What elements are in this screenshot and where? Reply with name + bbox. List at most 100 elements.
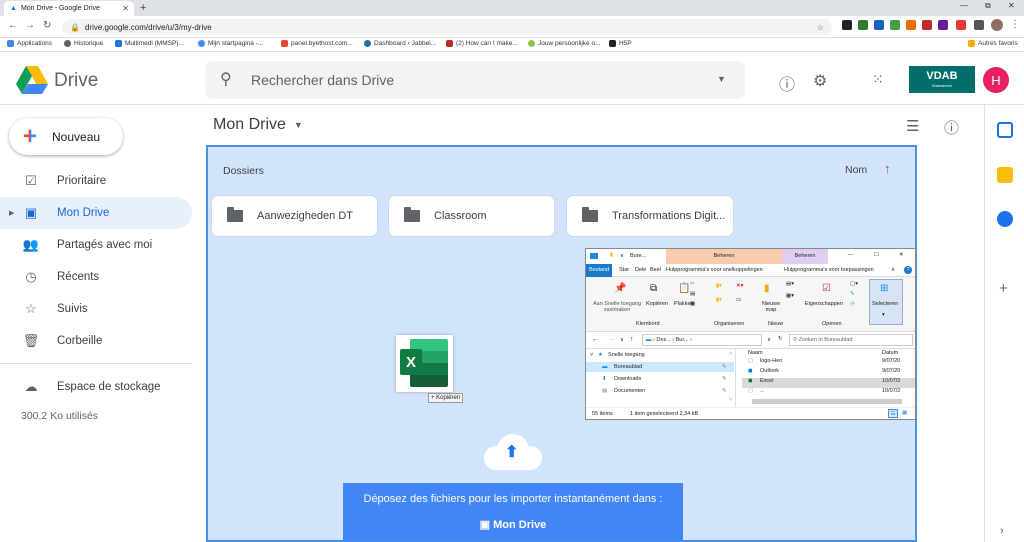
tree-item-documents[interactable]: Documenten	[614, 388, 645, 394]
tiles-view-icon[interactable]: ▦	[902, 410, 907, 416]
forward-icon[interactable]: →	[608, 336, 615, 343]
bookmark-item[interactable]: (2) How can I make...	[446, 40, 518, 47]
keep-icon[interactable]	[997, 167, 1013, 183]
sidebar-item-shared[interactable]: 👥 Partagés avec moi	[0, 229, 192, 261]
tree-item-desktop[interactable]: Bureaublad	[614, 364, 642, 370]
extension-icon[interactable]	[922, 20, 932, 30]
expand-caret-icon[interactable]: ▶	[9, 209, 14, 217]
bookmark-item[interactable]: Multimedi (MMSP)...	[115, 40, 184, 47]
sidebar-item-storage[interactable]: ☁ Espace de stockage	[0, 371, 192, 403]
column-header-name[interactable]: Naam	[748, 350, 763, 356]
scroll-up-icon[interactable]: ˄	[729, 351, 732, 357]
pin-quick-access-button[interactable]: Aan Snelle toegang vastmaken	[589, 301, 645, 313]
ribbon-tab[interactable]: Hulpprogramma's voor toepassingen	[784, 267, 874, 273]
bookmark-item[interactable]: Jouw persoonlijke o...	[528, 40, 601, 47]
new-tab-icon[interactable]: +	[140, 2, 146, 14]
explorer-search-input[interactable]: ⚲ Zoeken in Bureaublad	[789, 334, 913, 346]
expand-caret-icon[interactable]: ˅	[590, 352, 593, 358]
back-icon[interactable]: ←	[8, 20, 18, 31]
file-row[interactable]: ▢ ... 10/07/2	[742, 388, 915, 398]
folder-card[interactable]: Transformations Digit...	[567, 196, 733, 236]
context-tab-manage-2[interactable]: Beheren	[782, 249, 828, 264]
sort-label[interactable]: Nom	[845, 164, 867, 176]
extension-icon[interactable]	[842, 20, 852, 30]
paste-shortcut-icon[interactable]: ▦	[690, 301, 695, 307]
bookmark-item[interactable]: H5P	[609, 40, 632, 47]
extension-icon[interactable]	[906, 20, 916, 30]
search-bar[interactable]: ⚲ Rechercher dans Drive ▼	[205, 61, 745, 99]
reload-icon[interactable]: ↻	[43, 20, 51, 31]
chevron-down-icon[interactable]: ▾	[882, 312, 885, 318]
expand-panel-icon[interactable]: ›	[1000, 525, 1004, 537]
history-icon[interactable]: ◷	[850, 301, 855, 307]
sort-arrow-up-icon[interactable]: ↑	[884, 161, 891, 176]
minimize-icon[interactable]: —	[848, 252, 854, 258]
rename-icon[interactable]: ▭	[736, 297, 741, 303]
move-to-icon[interactable]: ▮▾	[716, 283, 722, 289]
apps-grid-icon[interactable]: ⁙	[872, 71, 884, 88]
drive-logo-text[interactable]: Drive	[54, 70, 98, 92]
delete-icon[interactable]: ✕▾	[736, 283, 743, 289]
info-icon[interactable]: ⓘ	[944, 117, 959, 138]
close-window-icon[interactable]: ✕	[1008, 1, 1015, 10]
close-tab-icon[interactable]: ✕	[122, 4, 129, 13]
cut-icon[interactable]: ✂	[690, 281, 695, 287]
bookmark-item[interactable]: Dashboard ‹ Jabbel...	[364, 40, 436, 47]
search-input[interactable]: Rechercher dans Drive	[251, 72, 394, 88]
address-dropdown-icon[interactable]: ∨	[767, 337, 771, 343]
quick-access-dropdown-icon[interactable]: ∨	[620, 253, 624, 259]
search-options-icon[interactable]: ▼	[717, 74, 726, 84]
new-item-icon[interactable]: ▤▾	[786, 281, 794, 287]
new-folder-button[interactable]: Nieuwe map	[758, 301, 784, 313]
file-row[interactable]: ◼ Outlook 9/07/20	[742, 368, 915, 378]
bookmark-item[interactable]: Mijn startpagina -...	[198, 40, 263, 47]
tree-item-downloads[interactable]: Downloads	[614, 376, 641, 382]
other-bookmarks[interactable]: Autres favoris	[968, 40, 1018, 47]
calendar-icon[interactable]	[997, 122, 1013, 138]
up-icon[interactable]: ↑	[630, 336, 634, 343]
ribbon-tab-file[interactable]: Bestand	[586, 264, 613, 277]
ribbon-tab[interactable]: Dele	[635, 267, 646, 273]
sidebar-item-trash[interactable]: 🗑 Corbeille	[0, 325, 192, 357]
page-title[interactable]: Mon Drive ▼	[213, 116, 303, 134]
horizontal-scrollbar[interactable]	[752, 399, 902, 404]
recent-dropdown-icon[interactable]: ∨	[620, 337, 624, 343]
menu-kebab-icon[interactable]: ⋮	[1010, 19, 1020, 30]
extension-icon[interactable]	[956, 20, 966, 30]
bookmark-item[interactable]: Historique	[64, 40, 103, 47]
org-logo[interactable]: VDAB Vlaanderen	[909, 66, 975, 93]
sidebar-item-recent[interactable]: ◷ Récents	[0, 261, 192, 293]
extension-icon[interactable]	[874, 20, 884, 30]
maximize-icon[interactable]: ⧉	[985, 1, 991, 11]
file-row[interactable]: ▢ logo-Heo 9/07/20	[742, 358, 915, 368]
settings-gear-icon[interactable]: ⚙	[813, 71, 827, 91]
extension-icon[interactable]	[858, 20, 868, 30]
url-bar[interactable]: 🔒 drive.google.com/drive/u/3/my-drive ☆	[62, 19, 832, 35]
sidebar-item-prioritaire[interactable]: ☑ Prioritaire	[0, 165, 192, 197]
sidebar-item-mon-drive[interactable]: ▶ ▣ Mon Drive	[0, 197, 192, 229]
context-tab-manage-1[interactable]: Beheren	[666, 249, 782, 264]
new-button[interactable]: + Nouveau	[9, 118, 123, 155]
tree-item-quick-access[interactable]: Snelle toegang	[608, 352, 645, 358]
ribbon-collapse-icon[interactable]: ∧	[891, 267, 895, 273]
bookmark-item[interactable]: panel.byethost.com...	[281, 40, 353, 47]
scroll-down-icon[interactable]: ˅	[729, 397, 732, 403]
minimize-icon[interactable]: —	[960, 1, 968, 10]
drive-logo-icon[interactable]	[16, 66, 48, 94]
tree-item-selected-bg[interactable]	[586, 362, 734, 372]
edit-icon[interactable]: ✎	[850, 291, 855, 297]
dragged-excel-file[interactable]: X	[396, 335, 453, 392]
back-icon[interactable]: ←	[592, 336, 599, 343]
open-icon[interactable]: ▢▾	[850, 281, 858, 287]
puzzle-icon[interactable]	[974, 20, 984, 30]
forward-icon[interactable]: →	[25, 20, 35, 31]
column-header-date[interactable]: Datum	[882, 350, 898, 356]
ribbon-tab[interactable]: Beel	[650, 267, 661, 273]
details-view-icon[interactable]: ☰	[888, 409, 898, 418]
bookmark-item[interactable]: Applications	[7, 40, 52, 47]
properties-button[interactable]: Eigenschappen	[805, 301, 843, 307]
tasks-icon[interactable]	[997, 211, 1013, 227]
easy-access-icon[interactable]: ▦▾	[786, 293, 794, 299]
ribbon-tab[interactable]: Hulpprogramma's voor snelkoppelingen	[666, 267, 763, 273]
sidebar-item-starred[interactable]: ☆ Suivis	[0, 293, 192, 325]
